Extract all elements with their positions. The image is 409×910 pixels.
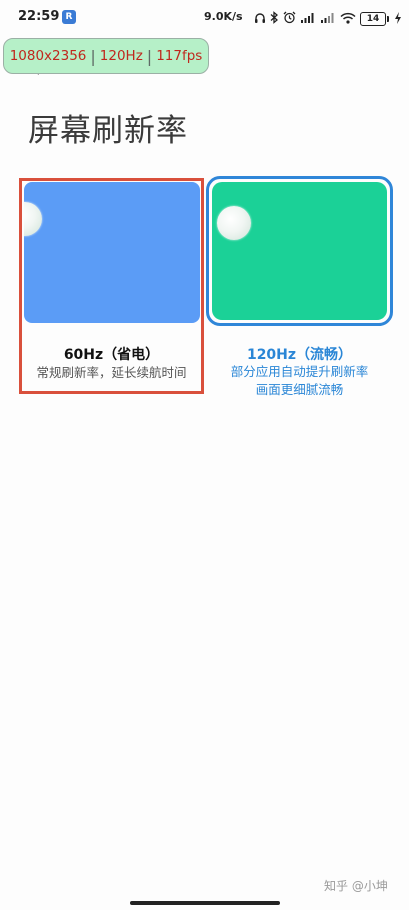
wifi-icon: [340, 9, 356, 28]
headphones-icon: [254, 9, 266, 28]
network-speed: 9.0K/s: [204, 10, 243, 23]
signal-icon: [320, 9, 336, 28]
status-time: 22:59: [18, 9, 60, 24]
fps-overlay[interactable]: 1080x2356 | 120Hz | 117fps: [3, 38, 209, 74]
watermark: 知乎 @小坤: [324, 879, 388, 893]
preview-60hz: [24, 182, 200, 323]
fps-separator: |: [90, 46, 96, 66]
screen: 22:59 R 9.0K/s 14 1080x2356 | 120Hz | 11…: [0, 0, 409, 910]
option-120hz-description: 部分应用自动提升刷新率 画面更细腻流畅: [206, 363, 393, 399]
option-120hz[interactable]: 120Hz（流畅） 部分应用自动提升刷新率 画面更细腻流畅: [206, 176, 393, 406]
page-title: 屏幕刷新率: [28, 113, 188, 149]
option-description-line: 常规刷新率，延长续航时间: [36, 365, 187, 380]
fps-refresh-rate: 120Hz: [99, 48, 143, 64]
charging-icon: [394, 9, 402, 28]
app-notification-icon: R: [62, 10, 76, 24]
option-description-line: 画面更细腻流畅: [255, 382, 344, 397]
fps-separator: |: [146, 46, 153, 66]
fps-value: 117fps: [156, 48, 203, 64]
battery-icon: 14: [360, 11, 389, 26]
option-120hz-label: 120Hz（流畅）: [246, 347, 353, 363]
status-icons: 14: [254, 9, 402, 28]
option-60hz[interactable]: 60Hz（省电） 常规刷新率，延长续航时间: [19, 178, 204, 394]
option-60hz-label: 60Hz（省电）: [63, 347, 160, 363]
signal-icon: [300, 9, 316, 28]
preview-120hz: [212, 182, 387, 320]
option-description-line: 部分应用自动提升刷新率: [230, 364, 369, 379]
alarm-icon: [283, 9, 296, 28]
animated-ball-icon: [24, 202, 42, 236]
animated-ball-icon: [217, 206, 251, 240]
home-indicator[interactable]: [130, 901, 280, 905]
bluetooth-icon: [270, 9, 279, 28]
fps-resolution: 1080x2356: [9, 48, 87, 64]
status-bar: 22:59 R 9.0K/s 14: [0, 0, 409, 34]
option-60hz-description: 常规刷新率，延长续航时间: [19, 364, 204, 382]
